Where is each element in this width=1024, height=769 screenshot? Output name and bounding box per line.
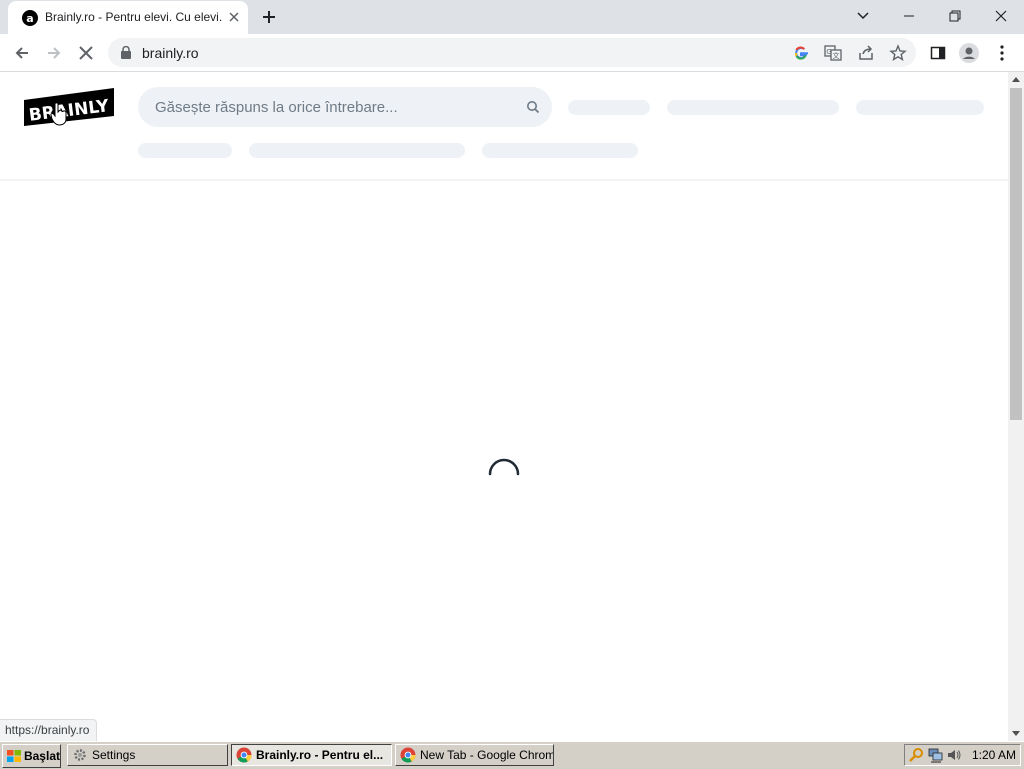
translate-icon[interactable]: 文 G (824, 44, 842, 62)
status-bar-url: https://brainly.ro (0, 719, 98, 742)
scroll-up-button[interactable] (1008, 72, 1024, 86)
taskbar-button-label: Settings (92, 748, 136, 762)
close-icon (995, 10, 1007, 22)
start-label: Başlat (23, 749, 60, 763)
profile-button[interactable] (959, 43, 979, 63)
google-icon[interactable] (792, 44, 810, 62)
svg-text:文: 文 (833, 51, 840, 60)
kebab-menu-icon (1000, 45, 1004, 61)
new-tab-button[interactable] (260, 8, 278, 26)
taskbar-button-brainly[interactable]: Brainly.ro - Pentru el... (231, 744, 392, 766)
search-icon[interactable] (526, 100, 540, 114)
skeleton-placeholder (138, 143, 232, 158)
side-panel-icon (930, 46, 946, 60)
web-page: BRAINLY Găsește răspuns la orice întreba… (0, 72, 1008, 741)
triangle-down-icon (1012, 731, 1020, 736)
skeleton-placeholder (249, 143, 465, 158)
url-text[interactable]: brainly.ro (142, 45, 199, 61)
lock-icon[interactable] (120, 46, 132, 59)
windows-taskbar: Başlat Settings Brainly.ro - Pentru el..… (0, 741, 1024, 769)
arrow-left-icon (15, 47, 28, 59)
restore-button[interactable] (932, 0, 978, 32)
brainly-favicon-icon: a (22, 10, 38, 26)
clock[interactable]: 1:20 AM (972, 748, 1016, 762)
scroll-down-button[interactable] (1008, 727, 1024, 741)
browser-tab-brainly[interactable]: a Brainly.ro - Pentru elevi. Cu elevi. (8, 1, 248, 34)
share-icon[interactable] (857, 44, 875, 62)
volume-icon[interactable] (946, 747, 962, 763)
restore-icon (949, 10, 961, 22)
search-key-icon[interactable] (908, 747, 924, 763)
skeleton-placeholder (856, 100, 984, 115)
taskbar-button-label: New Tab - Google Chrome (420, 748, 554, 762)
skeleton-placeholder (667, 100, 839, 115)
hand-cursor-icon (50, 102, 67, 126)
avatar-icon (959, 43, 979, 63)
chrome-icon (236, 747, 252, 763)
taskbar-button-label: Brainly.ro - Pentru el... (256, 748, 384, 762)
gear-icon (74, 749, 86, 761)
address-bar[interactable]: brainly.ro 文 G (108, 38, 916, 67)
back-button[interactable] (10, 41, 34, 65)
skeleton-placeholder (482, 143, 638, 158)
page-scrollbar[interactable] (1008, 72, 1024, 741)
scroll-thumb[interactable] (1010, 88, 1022, 420)
network-icon[interactable] (927, 747, 943, 763)
system-tray: 1:20 AM (904, 744, 1021, 766)
menu-button[interactable] (992, 43, 1012, 63)
minimize-button[interactable] (886, 0, 932, 32)
taskbar-button-new-tab[interactable]: New Tab - Google Chrome (395, 744, 554, 766)
loading-spinner-icon (488, 458, 520, 476)
forward-button[interactable] (42, 41, 66, 65)
close-window-button[interactable] (978, 0, 1024, 32)
search-box[interactable]: Găsește răspuns la orice întrebare... (138, 87, 552, 127)
tab-search-button[interactable] (840, 0, 886, 32)
side-panel-button[interactable] (928, 43, 948, 63)
start-button[interactable]: Başlat (2, 744, 61, 768)
chevron-down-icon (857, 12, 869, 20)
close-icon (79, 46, 93, 60)
site-header: BRAINLY Găsește răspuns la orice întreba… (0, 72, 1008, 181)
minimize-icon (904, 15, 914, 17)
windows-logo-icon (6, 750, 21, 762)
svg-text:G: G (826, 48, 831, 56)
search-input[interactable]: Găsește răspuns la orice întrebare... (155, 99, 398, 116)
tab-strip: a Brainly.ro - Pentru elevi. Cu elevi. (0, 0, 1024, 34)
svg-text:a: a (26, 12, 33, 25)
skeleton-placeholder (568, 100, 650, 115)
brainly-logo[interactable]: BRAINLY (22, 86, 116, 128)
star-bookmark-icon[interactable] (889, 44, 907, 62)
chrome-icon (400, 747, 416, 763)
arrow-right-icon (48, 47, 61, 59)
close-tab-icon[interactable] (228, 11, 240, 23)
stop-loading-button[interactable] (74, 41, 98, 65)
browser-toolbar: brainly.ro 文 G (0, 34, 1024, 72)
triangle-up-icon (1012, 77, 1020, 82)
tab-title: Brainly.ro - Pentru elevi. Cu elevi. (45, 10, 223, 24)
taskbar-button-settings[interactable]: Settings (67, 744, 228, 766)
